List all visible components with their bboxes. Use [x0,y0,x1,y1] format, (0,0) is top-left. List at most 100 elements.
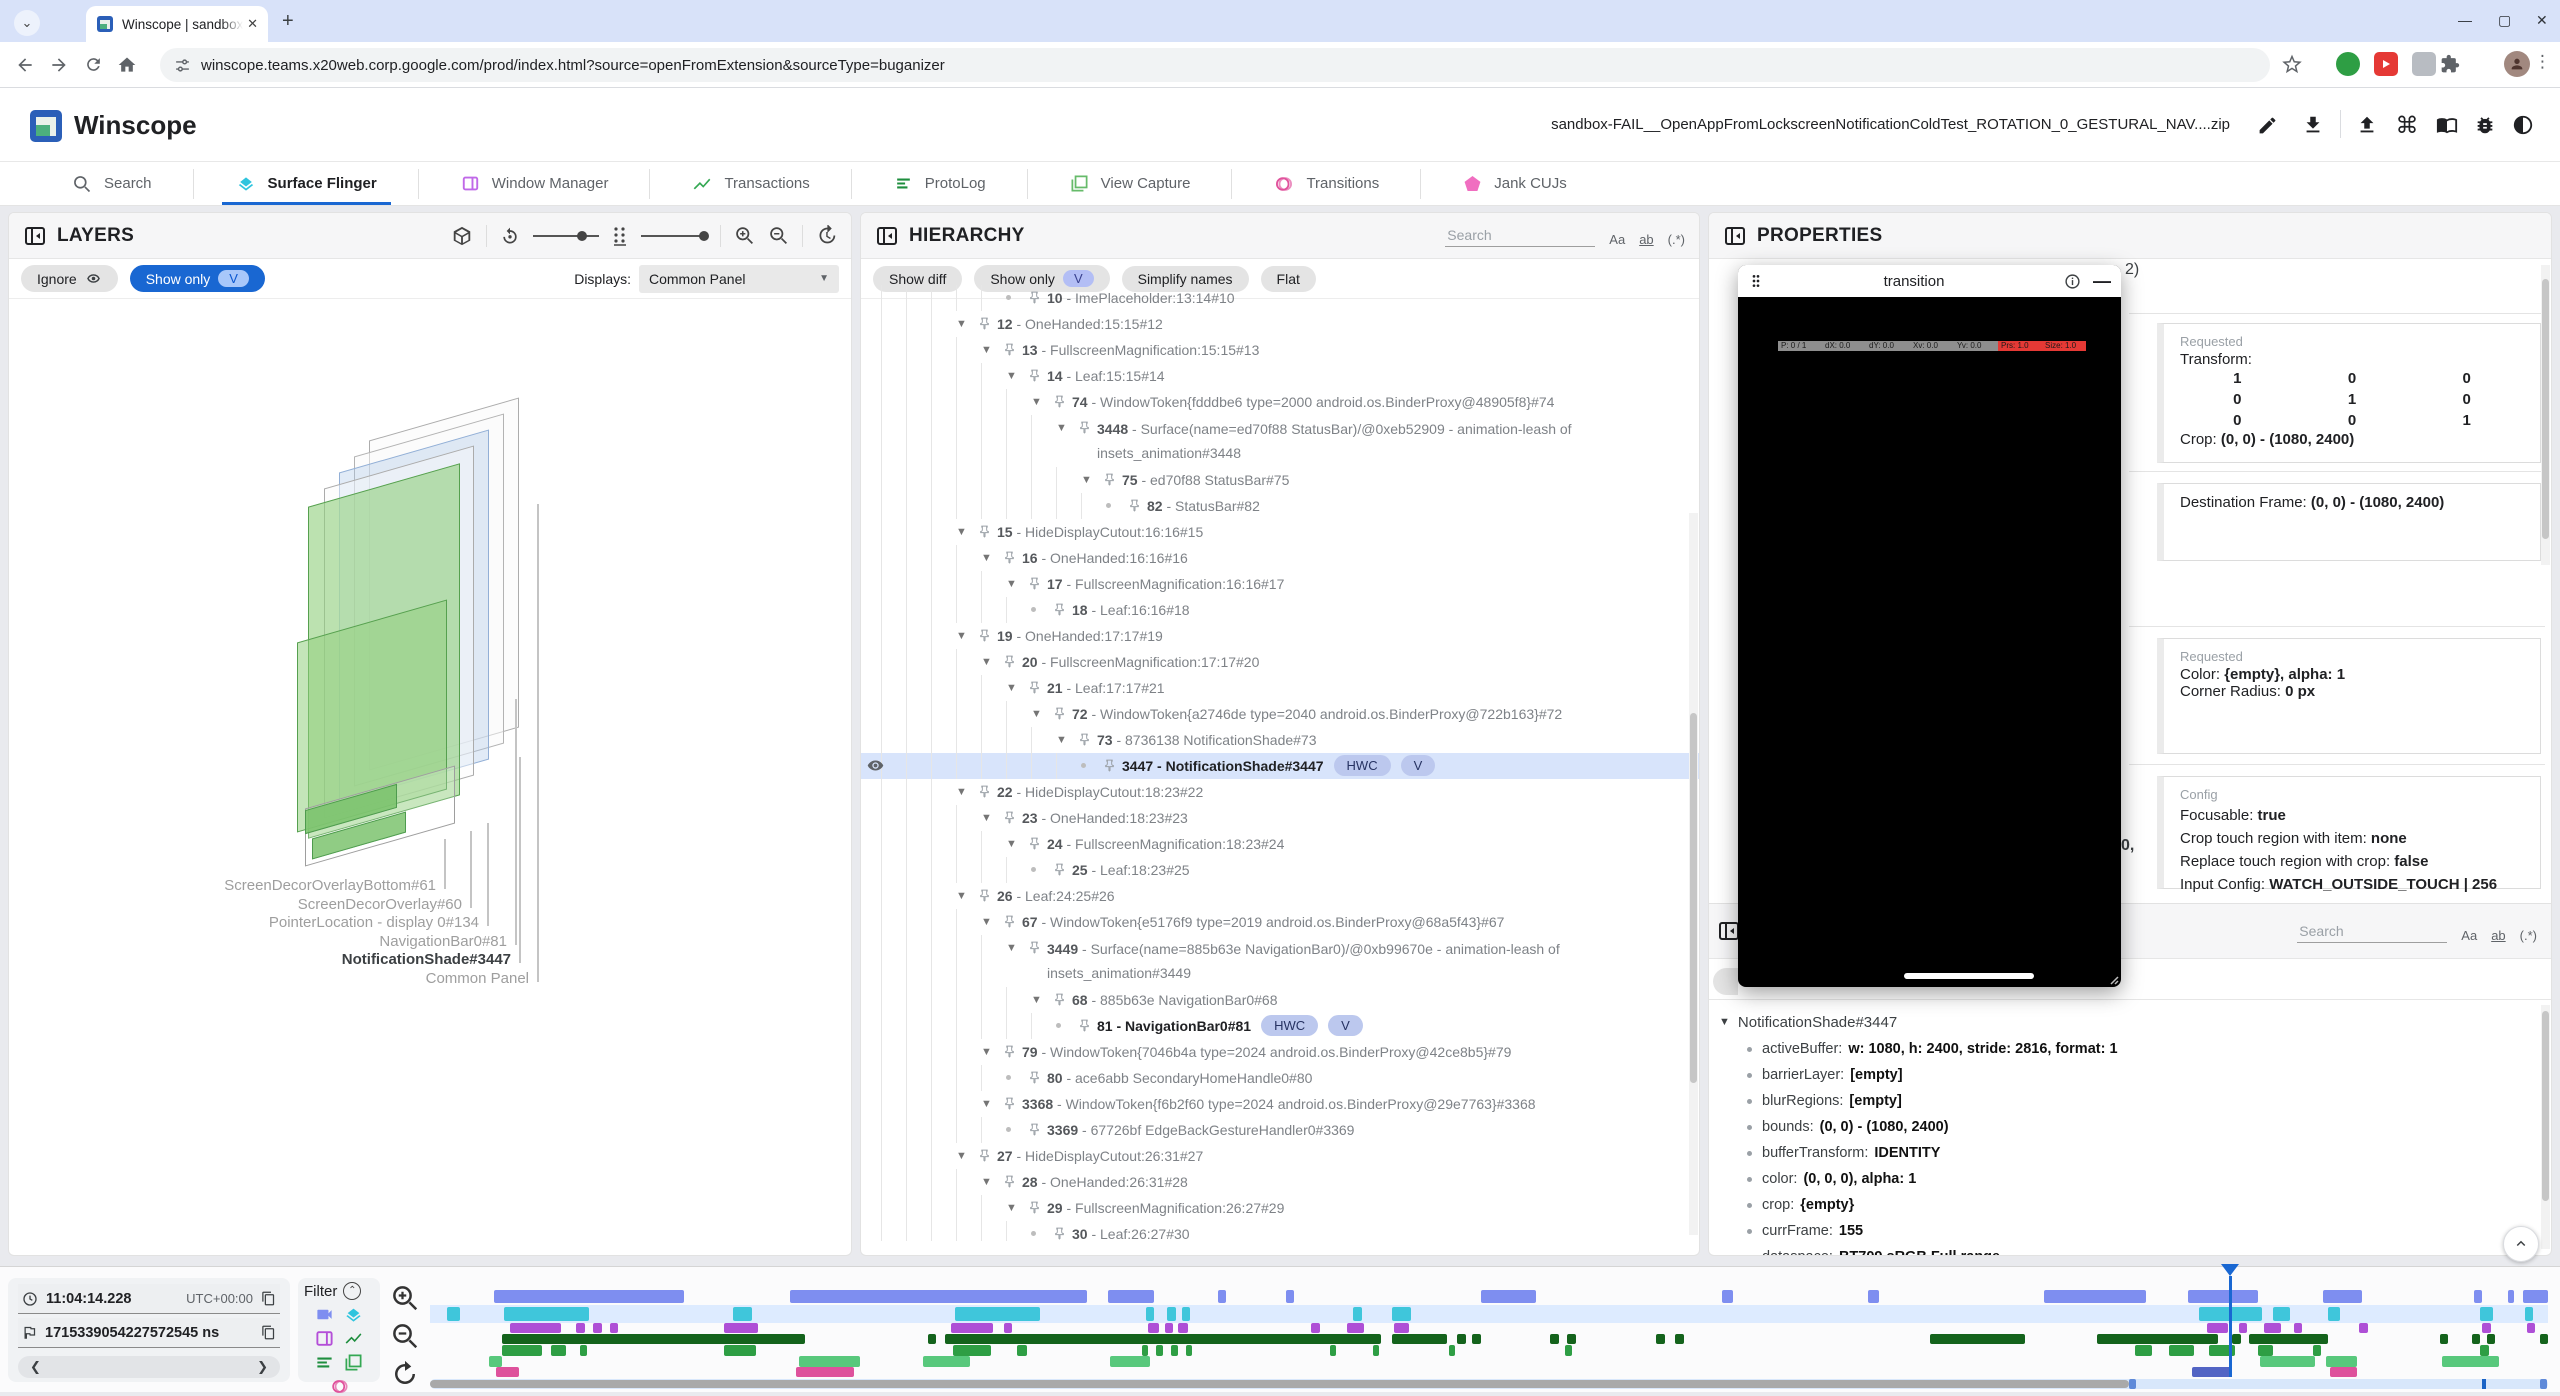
regex-icon[interactable]: (.*) [1668,232,1685,247]
tab-search[interactable]: Search [30,162,194,205]
avatar[interactable] [2504,51,2530,77]
surface-flinger-filter-icon[interactable] [344,1305,363,1324]
info-icon[interactable] [2064,273,2081,290]
minimize-icon[interactable]: — [2093,271,2111,292]
tree-row[interactable]: ▼19 - OneHanded:17:17#19 [861,623,1699,649]
tree-row[interactable]: ▼13 - FullscreenMagnification:15:15#13 [861,337,1699,363]
timeline-zoom-slider[interactable] [430,1379,2548,1389]
spacing-icon[interactable] [612,226,628,246]
pin-icon[interactable] [1028,1117,1047,1136]
pin-icon[interactable] [978,311,997,330]
pin-icon[interactable] [1103,467,1122,486]
extensions-puzzle-icon[interactable] [2440,54,2460,74]
property-row[interactable]: bounds:(0, 0) - (1080, 2400) [1719,1114,2551,1140]
tab-surface-flinger[interactable]: Surface Flinger [194,162,419,205]
pin-icon[interactable] [978,519,997,538]
properties-scrollbar[interactable] [2541,265,2550,565]
pin-icon[interactable] [1053,1221,1072,1240]
pin-icon[interactable] [1053,987,1072,1006]
edit-icon[interactable] [2252,110,2282,140]
extension-grey-icon[interactable] [2412,52,2436,76]
extension-red-icon[interactable] [2374,52,2398,76]
timeline-zoom-out-icon[interactable] [390,1321,420,1351]
pin-icon[interactable] [1003,337,1022,356]
tree-row[interactable]: ▼68 - 885b63e NavigationBar0#68 [861,987,1699,1013]
expand-timeline-button[interactable] [2503,1226,2539,1262]
expand-arrow-icon[interactable]: ▼ [1031,701,1053,727]
properties-tree-root[interactable]: ▼ NotificationShade#3447 [1719,1008,2551,1036]
window-close-icon[interactable]: ✕ [2536,12,2548,29]
tab-transitions[interactable]: Transitions [1232,162,1421,205]
pin-icon[interactable] [1003,545,1022,564]
expand-arrow-icon[interactable]: ▼ [981,649,1003,675]
whole-word-icon[interactable]: ab [1639,232,1653,247]
timestamp-field[interactable]: 11:04:14.228 UTC+00:00 [18,1284,280,1314]
pin-icon[interactable] [1028,1065,1047,1084]
expand-arrow-icon[interactable]: ▼ [981,1169,1003,1195]
pin-icon[interactable] [1103,753,1122,772]
property-row[interactable]: color:(0, 0, 0), alpha: 1 [1719,1166,2551,1192]
expand-arrow-icon[interactable]: ▼ [956,311,978,337]
tree-row[interactable]: ▼17 - FullscreenMagnification:16:16#17 [861,571,1699,597]
bookmark-star-icon[interactable] [2282,54,2302,74]
properties-search-input[interactable] [2297,920,2447,943]
tree-row[interactable]: 25 - Leaf:18:23#25 [861,857,1699,883]
tree-row[interactable]: ▼27 - HideDisplayCutout:26:31#27 [861,1143,1699,1169]
collapse-panel-icon[interactable] [1723,224,1747,248]
upload-icon[interactable] [2352,110,2382,140]
pin-icon[interactable] [1028,675,1047,694]
new-tab-button[interactable]: + [282,10,294,33]
match-case-icon[interactable]: Aa [2461,928,2477,943]
tree-row[interactable]: ▼16 - OneHanded:16:16#16 [861,545,1699,571]
pin-icon[interactable] [1028,831,1047,850]
tree-row[interactable]: ▼24 - FullscreenMagnification:18:23#24 [861,831,1699,857]
tree-row[interactable]: ▼26 - Leaf:24:25#26 [861,883,1699,909]
tab-window-manager[interactable]: Window Manager [419,162,651,205]
slider-handle-left[interactable] [2129,1379,2136,1389]
expand-arrow-icon[interactable]: ▼ [956,779,978,805]
tab-close-icon[interactable]: ✕ [247,16,258,32]
shortcuts-icon[interactable]: ⌘ [2392,110,2422,140]
drag-handle-icon[interactable] [1748,273,1764,289]
rotation-icon[interactable] [500,226,520,246]
tab-view-capture[interactable]: View Capture [1028,162,1233,205]
timeline-cursor-handle[interactable] [2221,1264,2239,1276]
tree-row[interactable]: ▼79 - WindowToken{7046b4a type=2024 andr… [861,1039,1699,1065]
whole-word-icon[interactable]: ab [2491,928,2505,943]
chevron-up-icon[interactable]: ⌃ [343,1282,361,1300]
pin-icon[interactable] [1028,363,1047,382]
tree-row[interactable]: ▼23 - OneHanded:18:23#23 [861,805,1699,831]
expand-arrow-icon[interactable]: ▼ [956,1143,978,1169]
match-case-icon[interactable]: Aa [1609,232,1625,247]
hierarchy-search-input[interactable] [1445,224,1595,247]
pin-icon[interactable] [1053,389,1072,408]
property-row[interactable]: currFrame:155 [1719,1218,2551,1244]
tree-row[interactable]: ▼75 - ed70f88 StatusBar#75 [861,467,1699,493]
row-visibility-toggle[interactable] [867,757,884,774]
home-icon[interactable] [110,48,144,82]
ignore-chip[interactable]: Ignore [21,265,118,292]
expand-arrow-icon[interactable]: ▼ [981,909,1003,935]
pin-icon[interactable] [1053,701,1072,720]
pin-icon[interactable] [1078,727,1097,746]
pin-icon[interactable] [978,623,997,642]
extension-green-icon[interactable] [2336,52,2360,76]
collapse-panel-icon[interactable] [875,224,899,248]
resize-handle-icon[interactable] [2105,971,2119,985]
property-row[interactable]: dataspace:BT709 sRGB Full range [1719,1244,2551,1255]
screen-recording-filter-icon[interactable] [315,1305,334,1324]
tree-row[interactable]: ▼29 - FullscreenMagnification:26:27#29 [861,1195,1699,1221]
expand-arrow-icon[interactable]: ▼ [981,1039,1003,1065]
pin-icon[interactable] [1003,805,1022,824]
regex-icon[interactable]: (.*) [2520,928,2537,943]
expand-arrow-icon[interactable]: ▼ [1006,831,1028,857]
overlay-title-bar[interactable]: transition — [1738,265,2121,297]
tree-row[interactable]: ▼3368 - WindowToken{f6b2f60 type=2024 an… [861,1091,1699,1117]
expand-arrow-icon[interactable]: ▼ [1056,727,1078,753]
expand-arrow-icon[interactable]: ▼ [1081,467,1103,493]
expand-arrow-icon[interactable]: ▼ [1006,1195,1028,1221]
tree-row[interactable]: ▼22 - HideDisplayCutout:18:23#22 [861,779,1699,805]
expand-arrow-icon[interactable]: ▼ [981,337,1003,363]
expand-arrow-icon[interactable]: ▼ [1031,389,1053,415]
pin-icon[interactable] [1003,649,1022,668]
